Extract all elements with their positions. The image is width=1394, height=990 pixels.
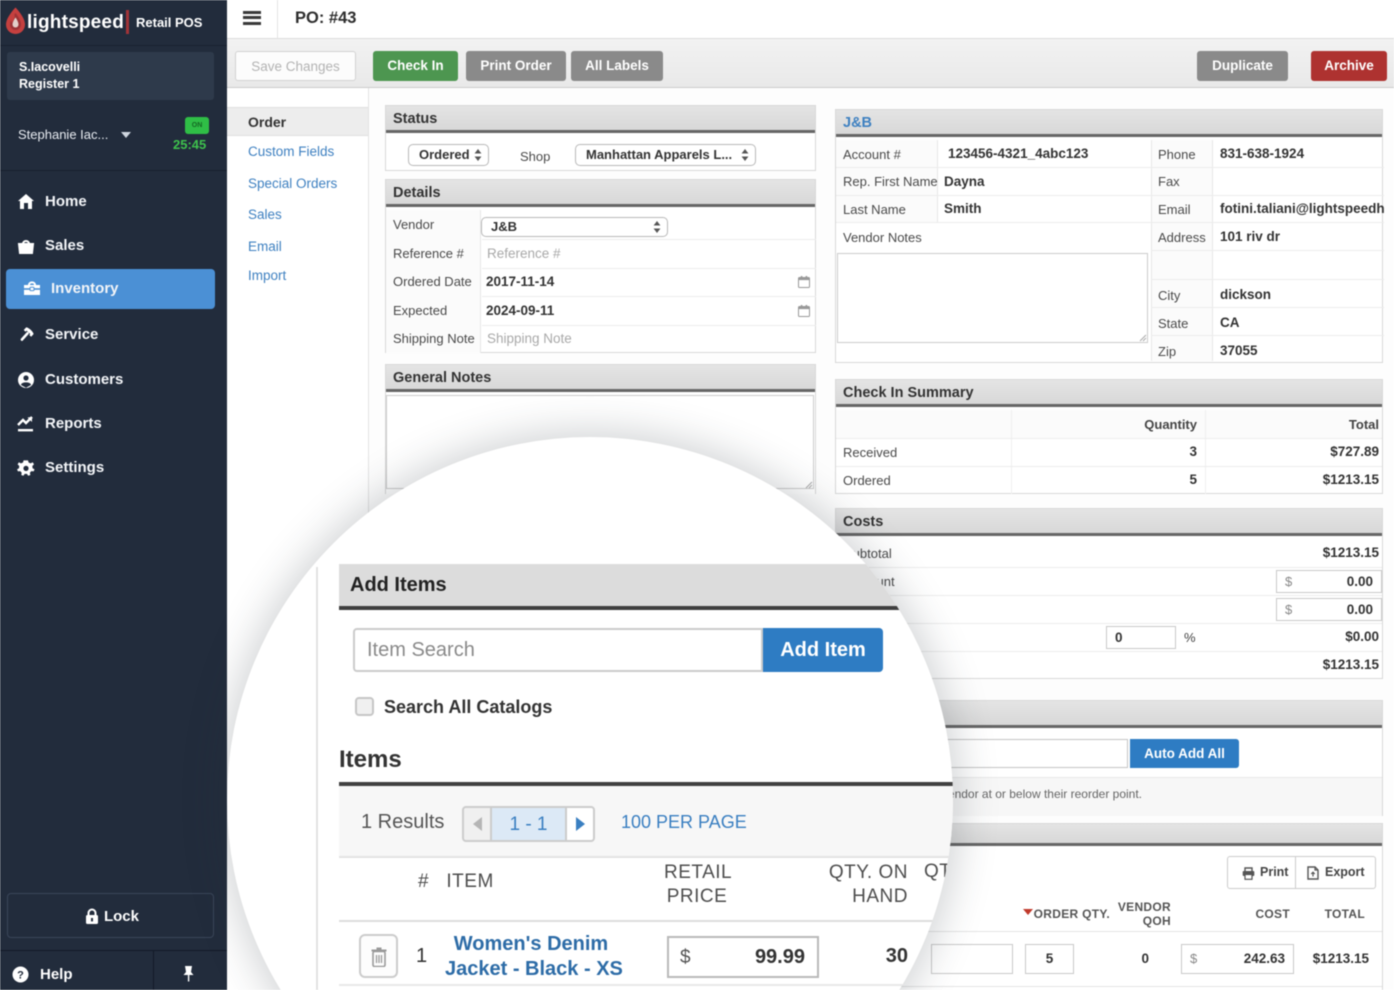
svg-text:?: ? [17, 970, 24, 982]
